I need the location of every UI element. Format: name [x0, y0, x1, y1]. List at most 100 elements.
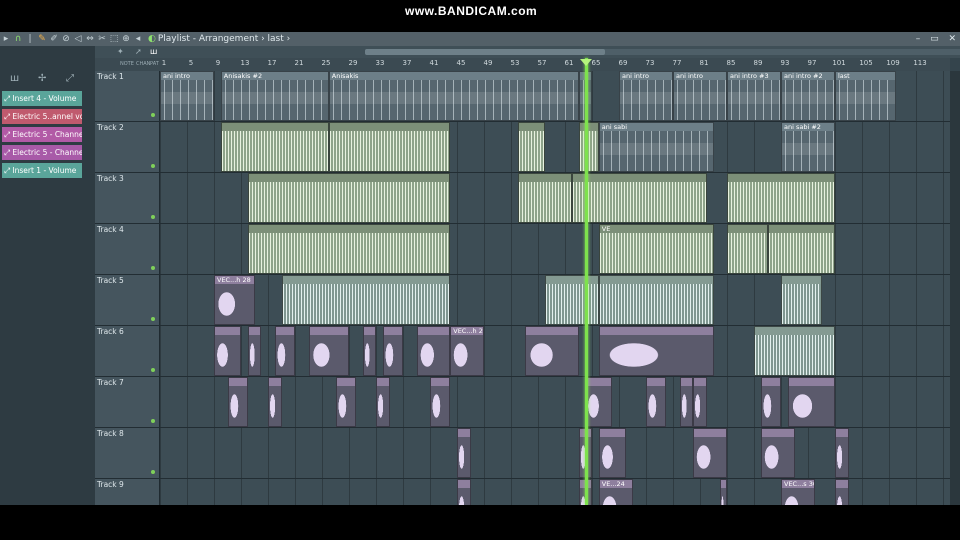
playlist-clip[interactable] [416, 326, 451, 376]
timeline-ruler[interactable]: 1 5 9 13 17 21 25 29 33 37 41 45 49 53 57 61 65 69 73 77 81 8… [160, 58, 950, 72]
paint-icon[interactable]: ✐ [48, 32, 60, 46]
playlist-clip[interactable]: VEC...h 28 [450, 326, 484, 376]
track-enable-led[interactable] [151, 215, 155, 219]
playlist-clip[interactable] [247, 224, 451, 274]
horizontal-scrollbar[interactable] [365, 49, 960, 55]
playlist-clip[interactable]: ani sabi [598, 122, 714, 172]
playlist-clip[interactable]: Anisakis [328, 71, 579, 121]
automation-icon[interactable]: ⤢ [66, 73, 74, 84]
vertical-scrollbar[interactable] [950, 71, 960, 505]
playlist-clip[interactable] [727, 173, 835, 223]
minimize-button[interactable]: – [916, 34, 921, 44]
scrollbar-thumb[interactable] [365, 49, 605, 55]
automation-clip-item[interactable]: ⤢ Insert 1 - Volume [2, 163, 82, 178]
playlist-clip[interactable] [227, 377, 248, 427]
mute-icon[interactable]: ◁ [72, 32, 84, 46]
playlist-clip[interactable] [517, 122, 545, 172]
playlist-clip[interactable] [220, 122, 329, 172]
delete-icon[interactable]: ⊘ [60, 32, 72, 46]
playlist-clip[interactable]: VEC...h 28 [214, 275, 255, 325]
pencil-icon[interactable]: ✎ [36, 32, 48, 46]
track-header[interactable]: Track 3 [95, 173, 160, 223]
track-enable-led[interactable] [151, 368, 155, 372]
track-header[interactable]: Track 2 [95, 122, 160, 172]
playlist-clip[interactable] [281, 275, 451, 325]
playlist-clip[interactable] [598, 275, 714, 325]
playlist-clip[interactable] [457, 479, 471, 505]
track-lane[interactable] [160, 377, 950, 427]
playlist-clip[interactable] [835, 428, 849, 478]
playlist-clip[interactable] [727, 224, 768, 274]
playlist-clip[interactable] [646, 377, 667, 427]
track-header[interactable]: Track 9 [95, 479, 160, 505]
playlist-clip[interactable] [214, 326, 241, 376]
playlist-clip[interactable] [571, 173, 707, 223]
playlist-clip[interactable] [247, 326, 262, 376]
playlist-clip[interactable] [457, 428, 471, 478]
playlist-clip[interactable] [517, 173, 572, 223]
playlist-clip[interactable] [835, 479, 849, 505]
playlist-clip[interactable] [598, 326, 714, 376]
playlist-clip[interactable]: last [835, 71, 896, 121]
playlist-clip[interactable]: ani intro [673, 71, 727, 121]
playlist-clip[interactable] [335, 377, 356, 427]
playlist-clip[interactable] [544, 275, 599, 325]
playlist-clip[interactable]: Anisakis #2 [220, 71, 329, 121]
playlist-clip[interactable] [585, 377, 613, 427]
playlist-clip[interactable] [781, 275, 822, 325]
track-lane[interactable] [160, 428, 950, 478]
track-enable-led[interactable] [151, 470, 155, 474]
playlist-clip[interactable] [679, 377, 694, 427]
playlist-clip[interactable] [362, 326, 376, 376]
slice-icon[interactable]: ✂ [96, 32, 108, 46]
track-header[interactable]: Track 6 [95, 326, 160, 376]
arrow-icon[interactable]: ➚ [135, 46, 142, 58]
playlist-clip[interactable] [693, 428, 727, 478]
snap-icon[interactable]: ✦ [117, 46, 124, 58]
track-lane[interactable]: VEC...h 28 [160, 326, 950, 376]
playlist-clip[interactable] [767, 224, 835, 274]
track-lane[interactable]: VEC...h 28 [160, 275, 950, 325]
track-header[interactable]: Track 1 [95, 71, 160, 121]
track-enable-led[interactable] [151, 317, 155, 321]
playlist-clip[interactable]: ani intro [619, 71, 673, 121]
playlist-clip[interactable] [787, 377, 835, 427]
slip-icon[interactable]: ⇔ [84, 32, 96, 46]
track-enable-led[interactable] [151, 419, 155, 423]
track-lane[interactable]: ani sabi ani sabi #2 [160, 122, 950, 172]
track-enable-led[interactable] [151, 113, 155, 117]
playlist-clip[interactable] [760, 428, 795, 478]
select-icon[interactable]: ⬚ [108, 32, 120, 46]
close-button[interactable]: ✕ [948, 34, 956, 44]
magnet-icon[interactable]: ∩ [12, 32, 24, 46]
playlist-clip[interactable]: VEC...s 30 [781, 479, 815, 505]
speaker-icon[interactable]: ◂ [132, 32, 144, 46]
playlist-clip[interactable] [524, 326, 579, 376]
playlist-clip[interactable] [308, 326, 349, 376]
track-header[interactable]: Track 5 [95, 275, 160, 325]
playlist-clip[interactable] [382, 326, 403, 376]
maximize-button[interactable]: ▭ [930, 34, 939, 44]
playlist-clip[interactable] [376, 377, 390, 427]
playlist-clip[interactable] [720, 479, 727, 505]
automation-clip-item[interactable]: ⤢ Electric 5 - Channel pitch [2, 145, 82, 160]
automation-clip-item[interactable]: ⤢ Electric 5 - Channel pitch [2, 127, 82, 142]
playhead[interactable] [585, 58, 589, 505]
playhead-marker-icon[interactable] [580, 59, 593, 66]
automation-clip-item[interactable]: ⤢ Insert 4 - Volume [2, 91, 82, 106]
playlist-clip[interactable] [598, 428, 626, 478]
playlist-clip[interactable] [754, 326, 835, 376]
automation-clip-item[interactable]: ⤢ Electric 5..annel volume [2, 109, 82, 124]
track-header[interactable]: Track 4 [95, 224, 160, 274]
waveform-icon[interactable]: ш [150, 46, 157, 58]
track-enable-led[interactable] [151, 266, 155, 270]
zoom-icon[interactable]: ⊕ [120, 32, 132, 46]
playlist-clip[interactable]: VE...24 [598, 479, 633, 505]
audio-icon[interactable]: ✢ [38, 73, 46, 84]
playlist-clip[interactable] [578, 122, 599, 172]
playlist-clip[interactable] [693, 377, 707, 427]
pattern-icon[interactable]: ш [10, 73, 19, 84]
track-header[interactable]: Track 7 [95, 377, 160, 427]
playlist-clip[interactable] [268, 377, 282, 427]
playlist-clip[interactable] [247, 173, 451, 223]
